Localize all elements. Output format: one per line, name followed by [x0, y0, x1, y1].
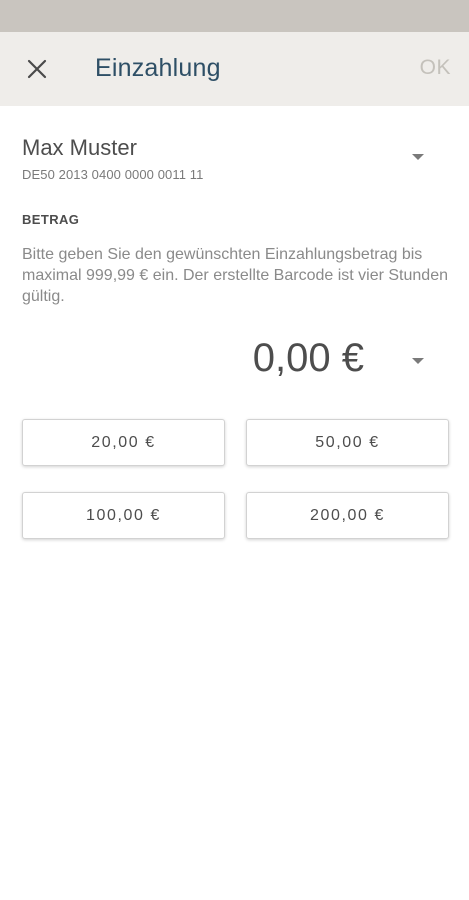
amount-section-label: BETRAG [22, 212, 80, 227]
account-name: Max Muster [22, 135, 137, 160]
close-icon [27, 59, 47, 79]
close-button[interactable] [18, 50, 56, 88]
page-title: Einzahlung [95, 54, 221, 82]
ok-button[interactable]: OK [420, 56, 451, 80]
quick-amount-button-20[interactable]: 20,00 € [22, 419, 225, 466]
account-selector[interactable]: Max Muster DE50 2013 0400 0000 0011 11 [0, 130, 469, 190]
dropdown-arrow-icon [412, 154, 424, 160]
quick-amount-button-100[interactable]: 100,00 € [22, 492, 225, 539]
amount-info-text: Bitte geben Sie den gewünschten Einzahlu… [22, 246, 448, 305]
amount-selector[interactable]: 0,00 € [0, 332, 469, 392]
amount-value: 0,00 € [252, 336, 364, 380]
quick-amount-button-50[interactable]: 50,00 € [246, 419, 449, 466]
app-bar: Einzahlung OK [0, 32, 469, 106]
dropdown-arrow-icon [412, 358, 424, 364]
status-bar [0, 0, 469, 32]
account-iban: DE50 2013 0400 0000 0011 11 [22, 167, 204, 182]
quick-amount-button-200[interactable]: 200,00 € [246, 492, 449, 539]
